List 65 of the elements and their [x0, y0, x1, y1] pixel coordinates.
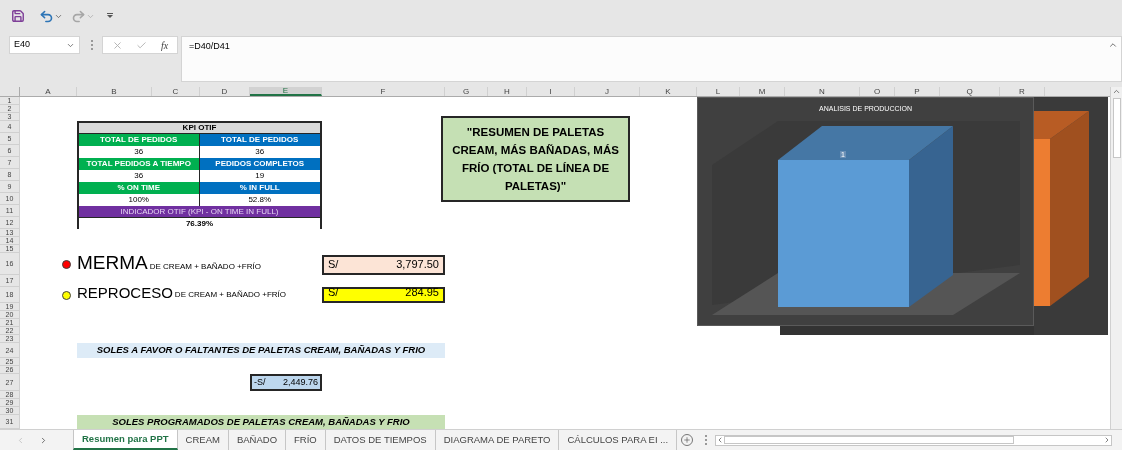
table-cell: 52.8%: [199, 194, 320, 206]
column-header[interactable]: O: [860, 87, 895, 96]
column-header[interactable]: G: [445, 87, 488, 96]
column-header[interactable]: P: [895, 87, 940, 96]
amount-cell: S/ 284.95: [322, 287, 445, 303]
column-header[interactable]: I: [527, 87, 575, 96]
column-header[interactable]: C: [152, 87, 200, 96]
undo-icon[interactable]: [39, 8, 54, 24]
column-header[interactable]: N: [785, 87, 860, 96]
expand-icon[interactable]: [1108, 40, 1118, 50]
sheet-tab[interactable]: CREAM: [177, 430, 229, 450]
header-cell: TOTAL DE PEDIDOS: [199, 134, 320, 146]
table-cell: 36: [79, 146, 200, 158]
indicator-label: MERMA DE CREAM + BAÑADO +FRÍO: [77, 253, 262, 275]
redo-icon[interactable]: [71, 8, 86, 24]
section-banner: SOLES PROGRAMADOS DE PALETAS CREAM, BAÑADAS Y FRIO: [77, 415, 445, 429]
amount-cell: S/ 3,797.50: [322, 255, 445, 275]
sheet-tab[interactable]: DIAGRAMA DE PARETO: [435, 430, 560, 450]
sheet-tab[interactable]: DATOS DE TIEMPOS: [325, 430, 436, 450]
enter-icon[interactable]: [136, 39, 148, 51]
sheet-tab[interactable]: CÁLCULOS PARA EI ...: [559, 430, 678, 450]
header-cell: % ON TIME: [79, 182, 200, 194]
section-banner: SOLES A FAVOR O FALTANTES DE PALETAS CREAM, BAÑADAS Y FRIO: [77, 343, 445, 358]
scroll-thumb[interactable]: [1112, 98, 1121, 158]
save-icon[interactable]: [11, 9, 25, 23]
insert-function-button[interactable]: fx: [161, 37, 169, 53]
header-cell: % IN FULL: [199, 182, 320, 194]
column-header[interactable]: K: [640, 87, 697, 96]
column-header[interactable]: H: [488, 87, 527, 96]
scroll-right-icon[interactable]: [1103, 436, 1111, 444]
cancel-icon[interactable]: [111, 39, 123, 51]
column-header[interactable]: Q: [940, 87, 1000, 96]
column-header[interactable]: A: [20, 87, 77, 96]
table-title: KPI OTIF: [79, 123, 320, 134]
table-cell: 36: [199, 146, 320, 158]
column-header[interactable]: L: [697, 87, 740, 96]
sheet-tab[interactable]: FRÍO: [286, 430, 326, 450]
sheet-tab[interactable]: Resumen para PPT: [73, 430, 178, 450]
name-box[interactable]: E40: [9, 36, 80, 54]
indicator-header: INDICADOR OTIF (KPI - ON TIME IN FULL): [79, 206, 320, 218]
grip-icon: [705, 435, 708, 445]
header-cell: TOTAL PEDIDOS A TIEMPO: [79, 158, 200, 170]
horizontal-scrollbar[interactable]: [715, 434, 1112, 446]
table-cell: 36: [79, 170, 200, 182]
table-cell: 76.39%: [79, 218, 320, 230]
column-header[interactable]: E: [250, 87, 322, 96]
column-header[interactable]: J: [575, 87, 640, 96]
customize-icon[interactable]: [107, 13, 113, 19]
sheet-tab[interactable]: BAÑADO: [228, 430, 287, 450]
indicator-label: REPROCESO DE CREAM + BAÑADO +FRÍO: [77, 287, 287, 303]
next-sheet-icon[interactable]: [39, 435, 48, 445]
column-header[interactable]: M: [740, 87, 785, 96]
table-cell: 19: [199, 170, 320, 182]
column-header[interactable]: F: [322, 87, 445, 96]
bar-chart-drawing[interactable]: [1034, 97, 1108, 335]
table-cell: 100%: [79, 194, 200, 206]
header-cell: TOTAL DE PEDIDOS: [79, 134, 200, 146]
text-box[interactable]: "RESUMEN DE PALETAS CREAM, MÁS BAÑADAS, MÁS FRÍO (TOTAL DE LÍNEA DE PALETAS)": [441, 116, 630, 202]
column-header[interactable]: B: [77, 87, 152, 96]
scroll-up-icon[interactable]: [1112, 87, 1121, 96]
header-cell: PEDIDOS COMPLETOS: [199, 158, 320, 170]
amount-cell: -S/ 2,449.76: [250, 374, 322, 391]
column-header[interactable]: R: [1000, 87, 1045, 96]
vertical-scrollbar[interactable]: [1110, 87, 1122, 429]
formula-field[interactable]: =D40/D41: [181, 36, 1122, 82]
